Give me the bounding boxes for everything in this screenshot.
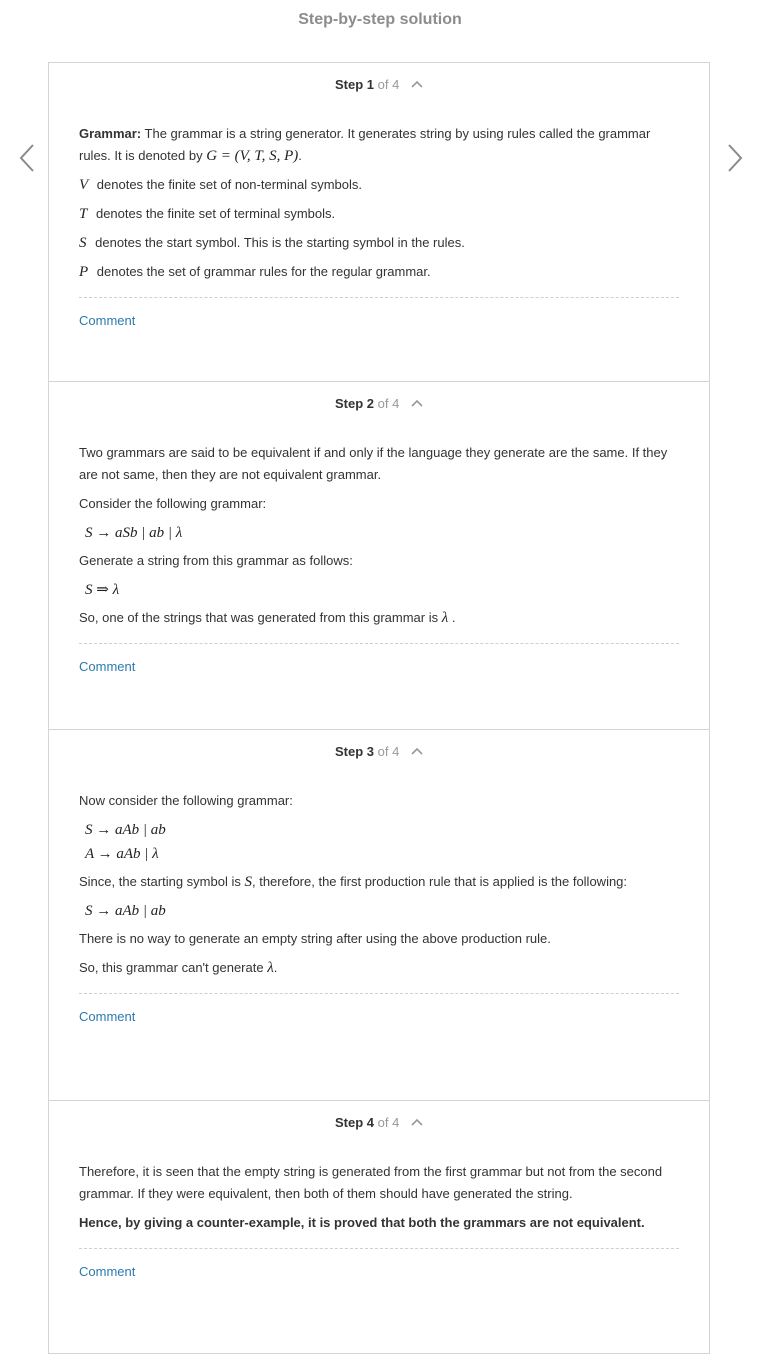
step-4: Step 4 of 4 Therefore, it is seen that t…	[49, 1101, 709, 1354]
s-symbol: S	[79, 235, 87, 251]
v-symbol: V	[79, 177, 89, 193]
t-definition: T denotes the finite set of terminal sym…	[79, 203, 679, 225]
chevron-right-icon	[728, 144, 743, 172]
s-definition: S denotes the start symbol. This is the …	[79, 232, 679, 254]
p-definition: P denotes the set of grammar rules for t…	[79, 261, 679, 283]
t-symbol: T	[79, 206, 88, 222]
chevron-left-icon	[19, 144, 34, 172]
conclusion-sentence: So, this grammar can't generate	[79, 960, 264, 975]
solution-container: Step 1 of 4 Grammar: The grammar is a st…	[48, 62, 710, 1354]
step-3-body: Now consider the following grammar: S → …	[79, 774, 679, 1028]
step-count: of 4	[377, 744, 400, 759]
consider-text: Consider the following grammar:	[79, 496, 267, 511]
p-description: denotes the set of grammar rules for the…	[96, 264, 431, 279]
divider	[79, 1248, 679, 1249]
grammar-definition-text: The grammar is a string generator. It ge…	[79, 126, 651, 163]
step-1: Step 1 of 4 Grammar: The grammar is a st…	[49, 63, 709, 382]
chevron-up-icon[interactable]	[411, 399, 423, 407]
final-conclusion: Hence, by giving a counter-example, it i…	[79, 1215, 645, 1230]
v-description: denotes the finite set of non-terminal s…	[96, 177, 362, 192]
t-description: denotes the finite set of terminal symbo…	[95, 206, 336, 221]
generate-text: Generate a string from this grammar as f…	[79, 553, 353, 568]
step-4-body: Therefore, it is seen that the empty str…	[79, 1145, 679, 1283]
grammar-rule: S → aSb | ab | λ	[85, 525, 183, 541]
sentence-end: .	[298, 148, 302, 163]
explanation-text: Therefore, it is seen that the empty str…	[79, 1164, 663, 1201]
conclusion-sentence: So, one of the strings that was generate…	[79, 610, 439, 625]
divider	[79, 297, 679, 298]
next-button[interactable]	[720, 140, 750, 176]
previous-button[interactable]	[12, 140, 42, 176]
lambda-symbol: λ	[441, 610, 449, 626]
step-count: of 4	[377, 396, 400, 411]
equivalence-definition: Two grammars are said to be equivalent i…	[79, 445, 668, 482]
step-label: Step 4	[335, 1115, 375, 1130]
page-title: Step-by-step solution	[298, 11, 462, 28]
consider-text: Now consider the following grammar:	[79, 793, 293, 808]
step-count: of 4	[377, 1115, 400, 1130]
comment-link[interactable]: Comment	[79, 1006, 135, 1028]
grammar-definition: Grammar: The grammar is a string generat…	[79, 123, 679, 167]
v-definition: V denotes the finite set of non-terminal…	[79, 174, 679, 196]
starting-symbol-text: Since, the starting symbol is S, therefo…	[79, 871, 679, 893]
chevron-up-icon[interactable]	[411, 80, 423, 88]
sentence-end: .	[273, 960, 278, 975]
step-1-header[interactable]: Step 1 of 4	[79, 63, 679, 107]
step-label: Step 1	[335, 77, 375, 92]
step-count: of 4	[377, 77, 400, 92]
chevron-up-icon[interactable]	[411, 747, 423, 755]
s-description: denotes the start symbol. This is the st…	[95, 235, 465, 250]
applied-rule: S → aAb | ab	[85, 903, 166, 919]
derivation: S ⇒ λ	[85, 582, 120, 598]
step-label: Step 3	[335, 744, 375, 759]
s-symbol: S	[244, 874, 252, 890]
divider	[79, 643, 679, 644]
conclusion-text: So, this grammar can't generate λ.	[79, 957, 679, 979]
comment-link[interactable]: Comment	[79, 1261, 135, 1283]
grammar-rule-s: S → aAb | ab	[85, 822, 166, 838]
comment-link[interactable]: Comment	[79, 310, 135, 332]
grammar-rule-a: A → aAb | λ	[85, 846, 159, 862]
sentence-end: .	[451, 610, 456, 625]
no-empty-string-text: There is no way to generate an empty str…	[79, 931, 551, 946]
step-2-body: Two grammars are said to be equivalent i…	[79, 426, 679, 678]
grammar-tuple-math: G = (V, T, S, P)	[206, 148, 299, 164]
step-label: Step 2	[335, 396, 375, 411]
comment-link[interactable]: Comment	[79, 656, 135, 678]
step-3: Step 3 of 4 Now consider the following g…	[49, 730, 709, 1101]
divider	[79, 993, 679, 994]
conclusion-text: So, one of the strings that was generate…	[79, 607, 679, 629]
step-2: Step 2 of 4 Two grammars are said to be …	[49, 382, 709, 730]
step-1-body: Grammar: The grammar is a string generat…	[79, 107, 679, 332]
starting-symbol-sentence: Since, the starting symbol is	[79, 874, 241, 889]
step-3-header[interactable]: Step 3 of 4	[79, 730, 679, 774]
step-4-header[interactable]: Step 4 of 4	[79, 1101, 679, 1145]
p-symbol: P	[79, 264, 89, 280]
step-2-header[interactable]: Step 2 of 4	[79, 382, 679, 426]
grammar-term: Grammar:	[79, 126, 142, 141]
starting-symbol-sentence-end: , therefore, the first production rule t…	[251, 874, 628, 889]
chevron-up-icon[interactable]	[411, 1118, 423, 1126]
